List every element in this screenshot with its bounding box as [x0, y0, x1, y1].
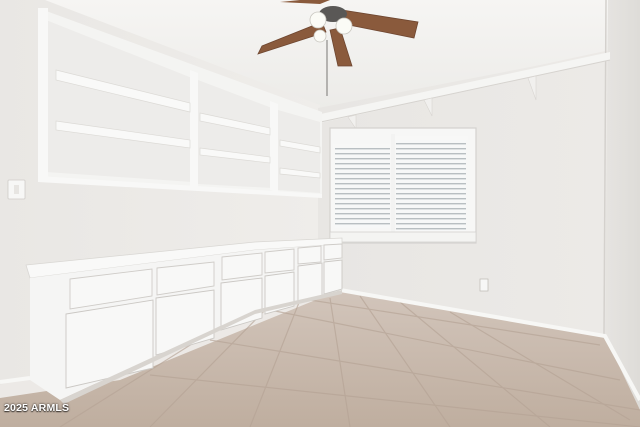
window-shutters — [329, 127, 477, 244]
room-photo — [0, 0, 640, 427]
wall-outlet — [479, 278, 489, 292]
watermark: 2025 ARMLS — [4, 402, 70, 414]
